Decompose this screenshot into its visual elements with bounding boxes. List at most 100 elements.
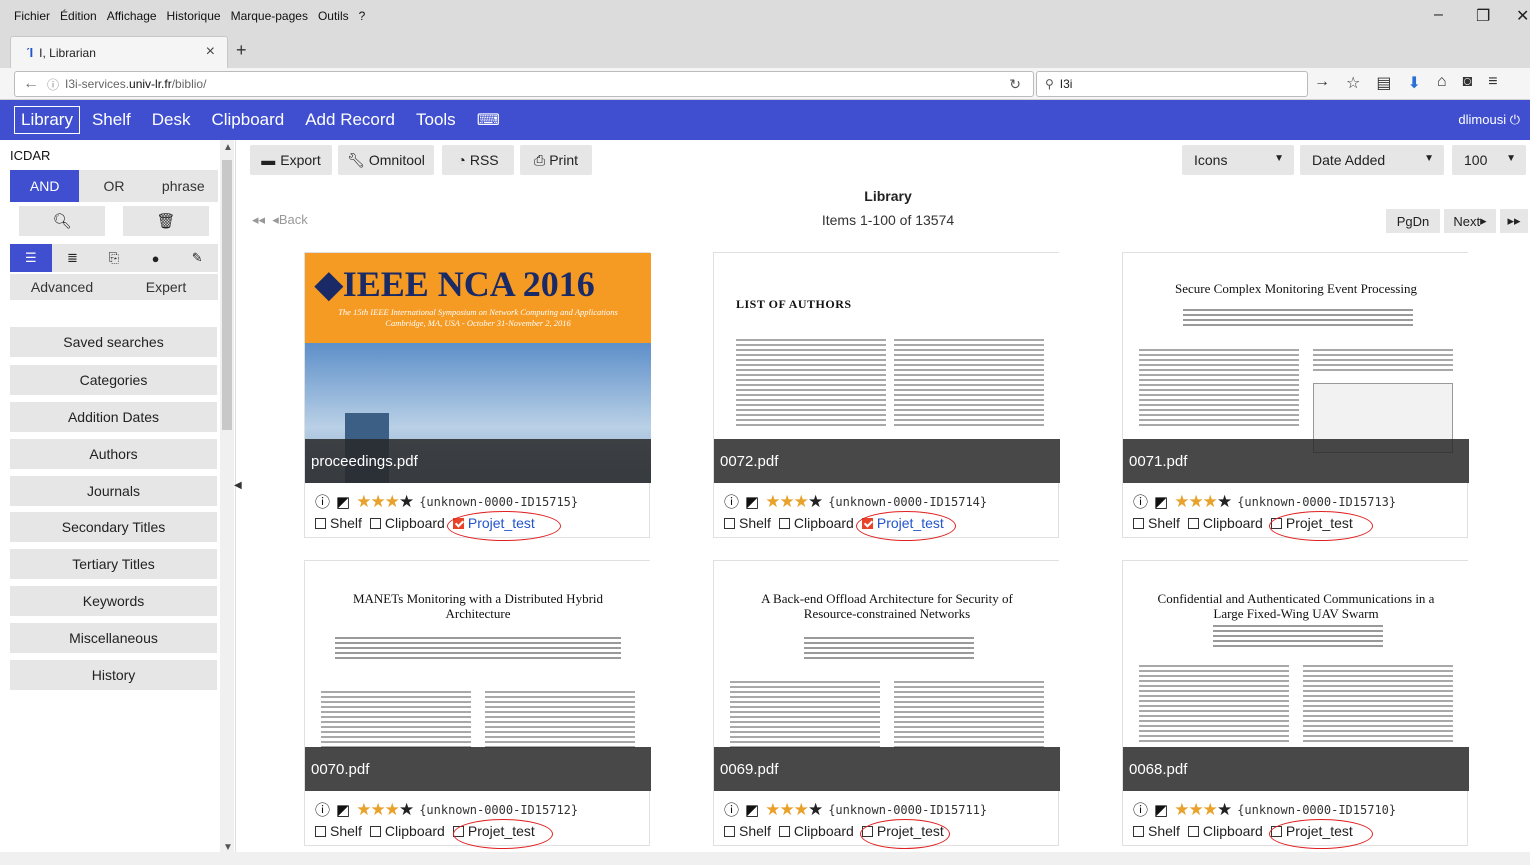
info-icon[interactable]: ⓘ: [724, 799, 739, 820]
menu-fichier[interactable]: Fichier: [14, 9, 50, 23]
menu-outils[interactable]: Outils: [318, 9, 349, 23]
shelf-checkbox[interactable]: Shelf: [315, 823, 362, 839]
go-arrow-icon[interactable]: →: [1314, 73, 1330, 93]
library-icon[interactable]: ▤: [1376, 73, 1391, 93]
edit-icon[interactable]: ◩: [1154, 493, 1168, 511]
nav-shelf[interactable]: Shelf: [92, 110, 131, 130]
addition-dates-button[interactable]: Addition Dates: [10, 402, 217, 432]
pdf-thumbnail[interactable]: Secure Complex Monitoring Event Processi…: [1123, 253, 1469, 483]
pdf-thumbnail[interactable]: A Back-end Offload Architecture for Secu…: [714, 561, 1060, 791]
clipboard-checkbox[interactable]: Clipboard: [369, 515, 445, 531]
rating-stars[interactable]: ★★★★: [1174, 800, 1232, 820]
rating-stars[interactable]: ★★★★: [1174, 492, 1232, 512]
shelf-checkbox[interactable]: Shelf: [1133, 823, 1180, 839]
and-button[interactable]: AND: [10, 170, 80, 202]
edit-icon[interactable]: ◩: [336, 801, 350, 819]
view-mode-select[interactable]: Icons ▼: [1182, 145, 1294, 175]
pgdn-button[interactable]: PgDn: [1386, 209, 1440, 233]
sort-select[interactable]: Date Added ▼: [1300, 145, 1444, 175]
clipboard-checkbox[interactable]: Clipboard: [1187, 823, 1263, 839]
nav-tools[interactable]: Tools: [416, 110, 456, 130]
comment-icon[interactable]: ●: [135, 244, 177, 272]
phrase-button[interactable]: phrase: [149, 170, 218, 202]
nav-clipboard[interactable]: Clipboard: [211, 110, 284, 130]
close-tab-icon[interactable]: ×: [206, 43, 215, 61]
menu-historique[interactable]: Historique: [167, 9, 221, 23]
edit-icon[interactable]: ◩: [745, 493, 759, 511]
rating-stars[interactable]: ★★★★: [765, 492, 823, 512]
browser-search-field[interactable]: ⚲ I3i: [1036, 71, 1308, 97]
categories-button[interactable]: Categories: [10, 365, 217, 395]
omnitool-button[interactable]: 🔧︎ Omnitool: [338, 145, 434, 175]
restore-icon[interactable]: ❐: [1476, 6, 1490, 26]
minimize-icon[interactable]: –: [1434, 6, 1443, 24]
pdf-thumbnail[interactable]: Confidential and Authenticated Communica…: [1123, 561, 1469, 791]
scrollbar-thumb[interactable]: [222, 160, 232, 430]
info-icon[interactable]: ⓘ: [315, 491, 330, 512]
bookmark-star-icon[interactable]: ☆: [1346, 73, 1360, 93]
or-button[interactable]: OR: [79, 170, 148, 202]
nav-add-record[interactable]: Add Record: [305, 110, 395, 130]
pdf-thumbnail[interactable]: LIST OF AUTHORS 0072.pdf: [714, 253, 1060, 483]
hamburger-menu-icon[interactable]: ≡: [1488, 73, 1497, 93]
shelf-checkbox[interactable]: Shelf: [724, 823, 771, 839]
sidebar-scrollbar[interactable]: ▲ ▼: [220, 140, 234, 855]
rating-stars[interactable]: ★★★★: [765, 800, 823, 820]
secondary-titles-button[interactable]: Secondary Titles: [10, 512, 217, 542]
pdf-icon[interactable]: ⎘: [93, 244, 135, 272]
clipboard-checkbox[interactable]: Clipboard: [778, 515, 854, 531]
nav-desk[interactable]: Desk: [152, 110, 191, 130]
download-icon[interactable]: ⬇: [1407, 73, 1420, 93]
new-tab-icon[interactable]: +: [236, 40, 247, 61]
miscellaneous-button[interactable]: Miscellaneous: [10, 623, 217, 653]
close-window-icon[interactable]: ✕: [1516, 6, 1529, 26]
export-button[interactable]: ▬ Export: [250, 145, 332, 175]
menu-edition[interactable]: Édition: [60, 9, 97, 23]
clipboard-checkbox[interactable]: Clipboard: [369, 823, 445, 839]
scroll-up-icon[interactable]: ▲: [223, 142, 233, 153]
info-icon[interactable]: ⓘ: [724, 491, 739, 512]
username[interactable]: dlimousi ⏻: [1458, 112, 1520, 128]
shelf-checkbox[interactable]: Shelf: [1133, 515, 1180, 531]
edit-icon[interactable]: ◩: [1154, 801, 1168, 819]
collapse-sidebar-icon[interactable]: ◀: [234, 480, 242, 491]
rss-button[interactable]: ◔ RSS: [442, 145, 514, 175]
pdf-thumbnail[interactable]: MANETs Monitoring with a Distributed Hyb…: [305, 561, 651, 791]
page-size-select[interactable]: 100 ▼: [1452, 145, 1526, 175]
edit-icon[interactable]: ◩: [336, 493, 350, 511]
browser-tab[interactable]: Ί I, Librarian ×: [10, 36, 228, 68]
tertiary-titles-button[interactable]: Tertiary Titles: [10, 549, 217, 579]
horizontal-scrollbar[interactable]: [0, 852, 1530, 865]
last-page-button[interactable]: ▸▸: [1500, 209, 1528, 233]
pdf-thumbnail[interactable]: ◆IEEE NCA 2016 The 15th IEEE Internation…: [305, 253, 651, 483]
database-icon[interactable]: ☰: [10, 244, 52, 272]
menu-marque-pages[interactable]: Marque-pages: [231, 9, 308, 23]
shelf-checkbox[interactable]: Shelf: [724, 515, 771, 531]
reload-icon[interactable]: ↻: [1009, 76, 1021, 93]
menu-affichage[interactable]: Affichage: [107, 9, 157, 23]
next-button[interactable]: Next ▸: [1444, 209, 1496, 233]
clear-button[interactable]: 🗑︎: [123, 206, 209, 236]
shelf-checkbox[interactable]: Shelf: [315, 515, 362, 531]
journals-button[interactable]: Journals: [10, 476, 217, 506]
info-icon[interactable]: ⓘ: [315, 799, 330, 820]
saved-searches-button[interactable]: Saved searches: [10, 327, 217, 357]
info-icon[interactable]: ⓘ: [47, 76, 59, 93]
authors-button[interactable]: Authors: [10, 439, 217, 469]
url-bar[interactable]: ← ⓘ I3i-services. univ-lr.fr/biblio/ ↻: [14, 71, 1034, 97]
edit-icon[interactable]: ◩: [745, 801, 759, 819]
keyboard-icon[interactable]: ⌨: [477, 110, 500, 130]
home-icon[interactable]: ⌂: [1437, 73, 1447, 93]
nav-library[interactable]: Library: [14, 106, 80, 134]
rating-stars[interactable]: ★★★★: [356, 492, 414, 512]
clipboard-checkbox[interactable]: Clipboard: [1187, 515, 1263, 531]
info-icon[interactable]: ⓘ: [1133, 491, 1148, 512]
rating-stars[interactable]: ★★★★: [356, 800, 414, 820]
clipboard-checkbox[interactable]: Clipboard: [778, 823, 854, 839]
pocket-icon[interactable]: ◙: [1463, 73, 1473, 93]
keywords-button[interactable]: Keywords: [10, 586, 217, 616]
menu-help[interactable]: ?: [359, 9, 366, 23]
history-button[interactable]: History: [10, 660, 217, 690]
advanced-search-button[interactable]: Advanced: [10, 274, 114, 300]
expert-search-button[interactable]: Expert: [114, 274, 218, 300]
